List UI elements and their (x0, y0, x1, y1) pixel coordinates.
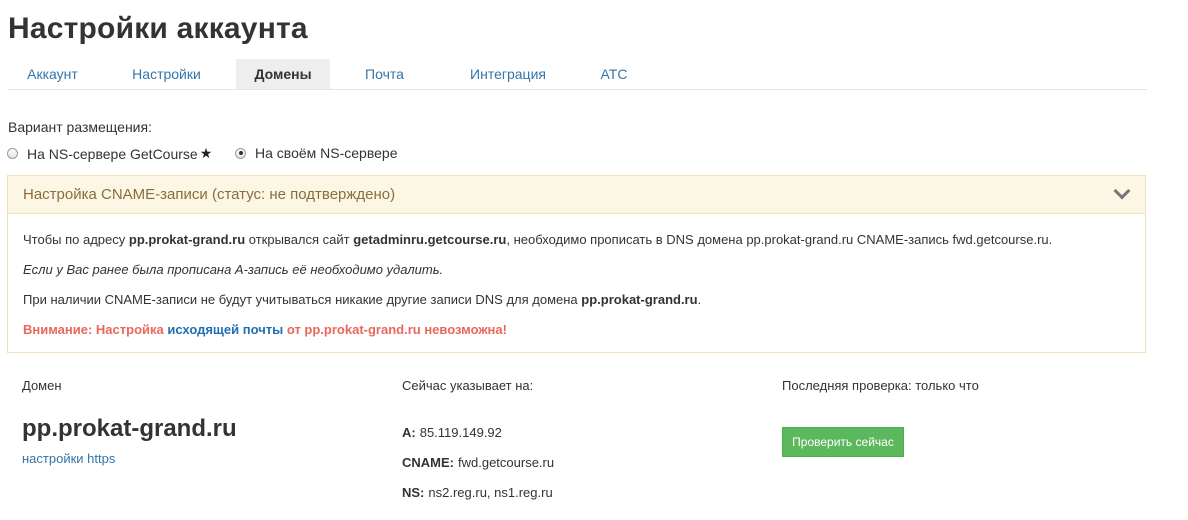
star-icon: ★ (199, 145, 213, 161)
chevron-down-icon[interactable] (1113, 182, 1131, 200)
dns-value: 85.119.149.92 (419, 425, 502, 440)
tab-account[interactable]: Аккаунт (8, 59, 97, 89)
dns-record-cname: CNAME: fwd.getcourse.ru (402, 455, 554, 470)
page-title: Настройки аккаунта (8, 12, 308, 45)
radio-getcourse-ns-label: На NS-сервере GetCourse (27, 145, 198, 162)
tab-mail[interactable]: Почта (330, 59, 439, 89)
dns-record-ns: NS: ns2.reg.ru, ns1.reg.ru (402, 485, 553, 500)
text: открывался сайт (245, 232, 354, 247)
dns-record-a: A: 85.119.149.92 (402, 425, 502, 440)
text: . (697, 292, 702, 307)
warning-text: Внимание: Настройка (23, 322, 168, 337)
tab-settings[interactable]: Настройки (97, 59, 236, 89)
radio-getcourse-ns[interactable] (7, 148, 18, 159)
cname-panel: Настройка CNAME-записи (статус: не подтв… (7, 175, 1146, 353)
dns-type: A: (402, 425, 416, 440)
tab-integration[interactable]: Интеграция (439, 59, 577, 89)
cname-dns-note: При наличии CNAME-записи не будут учитыв… (23, 292, 701, 307)
check-now-button[interactable]: Проверить сейчас (782, 427, 904, 457)
cname-panel-title: Настройка CNAME-записи (статус: не подтв… (23, 186, 396, 203)
cname-instruction: Чтобы по адресу pp.prokat-grand.ru откры… (23, 232, 1052, 247)
domain-bold: pp.prokat-grand.ru (128, 232, 246, 247)
https-settings-link[interactable]: настройки https (22, 451, 115, 466)
cname-a-record-note: Если у Вас ранее была прописана А-запись… (23, 262, 444, 277)
radio-own-ns-label: На своём NS-сервере (255, 145, 398, 161)
cname-warning: Внимание: Настройка исходящей почты от p… (23, 322, 507, 337)
dns-value: ns2.reg.ru, ns1.reg.ru (428, 485, 553, 500)
text: , необходимо прописать в DNS домена pp.p… (506, 232, 1053, 247)
column-domain-label: Домен (22, 378, 62, 393)
tab-pbx[interactable]: АТС (577, 59, 651, 89)
radio-option-getcourse-ns[interactable]: На NS-сервере GetCourse ★ (7, 145, 212, 162)
text: Чтобы по адресу (23, 232, 129, 247)
column-points-label: Сейчас указывает на: (402, 378, 534, 393)
text: При наличии CNAME-записи не будут учитыв… (23, 292, 582, 307)
placement-label: Вариант размещения: (8, 119, 152, 135)
site-bold: getadminru.getcourse.ru (353, 232, 507, 247)
domain-name: pp.prokat-grand.ru (22, 415, 237, 442)
dns-type: CNAME: (402, 455, 454, 470)
tab-domains[interactable]: Домены (236, 59, 330, 89)
dns-type: NS: (402, 485, 425, 500)
dns-value: fwd.getcourse.ru (458, 455, 555, 470)
tabs-bar: Аккаунт Настройки Домены Почта Интеграци… (8, 59, 1147, 90)
domain-bold: pp.prokat-grand.ru (581, 292, 698, 307)
warning-text: от pp.prokat-grand.ru невозможна! (283, 322, 507, 337)
column-last-check-label: Последняя проверка: только что (782, 378, 979, 393)
radio-own-ns[interactable] (235, 147, 246, 159)
outgoing-mail-link[interactable]: исходящей почты (167, 322, 283, 337)
radio-option-own-ns[interactable]: На своём NS-сервере (235, 145, 397, 161)
cname-panel-header[interactable]: Настройка CNAME-записи (статус: не подтв… (8, 176, 1145, 214)
